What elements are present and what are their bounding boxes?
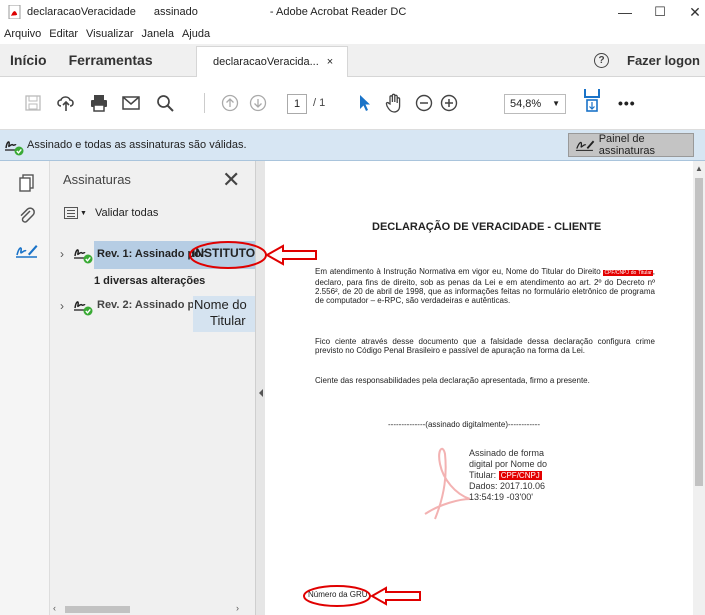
stamp-line-2: digital por Nome do [469, 459, 548, 469]
cloud-upload-icon[interactable] [56, 93, 76, 113]
tab-close-icon[interactable]: × [327, 56, 333, 68]
rev1-signer: INSTITUTO [192, 246, 256, 260]
chevron-right-icon[interactable]: › [60, 247, 64, 261]
tab-tools[interactable]: Ferramentas [69, 52, 153, 68]
toolbar-separator [204, 93, 205, 113]
digital-signature-stamp[interactable]: Assinado de forma digital por Nome do Ti… [469, 448, 547, 503]
menu-bar: Arquivo Editar Visualizar Janela Ajuda [0, 24, 705, 44]
window-app-name: - Adobe Acrobat Reader DC [269, 6, 407, 18]
tab-bar: Início Ferramentas declaracaoVeracida...… [0, 44, 705, 77]
acrobat-icon [8, 5, 21, 19]
zoom-value: 54,8% [510, 98, 542, 110]
zoom-select[interactable]: 54,8% ▼ [504, 94, 566, 114]
select-cursor-icon[interactable] [355, 93, 375, 113]
document-title: DECLARAÇÃO DE VERACIDADE - CLIENTE [372, 221, 602, 233]
rev1-changes: 1 diversas alterações [94, 275, 206, 287]
signature-status-bar: Assinado e todas as assinaturas são váli… [0, 130, 705, 161]
tab-document-label: declaracaoVeracida... [213, 56, 319, 68]
chevron-down-icon: ▼ [80, 209, 87, 217]
help-icon[interactable]: ? [594, 53, 609, 68]
stamp-line-5: 13:54:19 -03'00' [469, 492, 533, 502]
valid-signature-icon [5, 141, 24, 156]
chevron-right-icon[interactable]: › [60, 299, 64, 313]
page-up-icon[interactable] [220, 93, 240, 113]
window-file-name: declaracaoVeracidade [27, 6, 136, 18]
horizontal-scroll-thumb[interactable] [65, 606, 130, 613]
attachment-icon[interactable] [17, 206, 37, 226]
valid-signature-icon [74, 301, 93, 316]
paragraph-1-text-a: Em atendimento à Instrução Normativa em … [315, 267, 601, 276]
navigation-rail [0, 161, 50, 615]
minimize-button[interactable]: — [605, 0, 645, 24]
signatures-panel: Assinaturas ✕ ▼ Validar todas › Rev. 1: … [50, 161, 256, 615]
list-options-icon [64, 207, 78, 219]
panel-splitter[interactable] [255, 161, 265, 615]
title-bar: declaracaoVeracidade assinado - Adobe Ac… [0, 0, 705, 24]
window-file-suffix: assinado [153, 6, 198, 18]
document-viewer[interactable]: DECLARAÇÃO DE VERACIDADE - CLIENTE Em at… [265, 161, 693, 615]
pages-thumbnails-icon[interactable] [17, 173, 37, 193]
scroll-right-icon[interactable]: › [236, 603, 239, 613]
signature-status-message: Assinado e todas as assinaturas são váli… [27, 139, 247, 151]
logon-button[interactable]: Fazer logon [627, 53, 700, 68]
validate-all-button[interactable]: ▼ Validar todas [64, 207, 158, 219]
zoom-out-icon[interactable] [414, 93, 434, 113]
more-tools-button[interactable]: ••• [618, 95, 636, 111]
close-icon[interactable]: ✕ [222, 167, 240, 193]
collapse-panel-icon[interactable] [259, 389, 263, 397]
stamp-cpf-tag: CPF/CNPJ [498, 471, 542, 480]
page-down-icon[interactable] [248, 93, 268, 113]
page-total: / 1 [313, 97, 326, 109]
hand-tool-icon[interactable] [384, 93, 404, 113]
gru-number-label: Número da GRU [308, 590, 368, 599]
scroll-up-icon[interactable]: ▲ [695, 164, 703, 173]
vertical-scrollbar[interactable]: ▲ [693, 161, 705, 615]
rev2-signer-line2: Titular [210, 313, 246, 328]
acrobat-watermark-icon [424, 447, 471, 520]
document-paragraph-2: Fico ciente através desse documento que … [315, 337, 655, 355]
stamp-line-1: Assinado de forma [469, 448, 545, 458]
stamp-line-4: Dados: 2017.10.06 [469, 481, 546, 491]
search-icon[interactable] [155, 93, 175, 113]
fit-page-icon[interactable] [582, 89, 602, 112]
document-paragraph-3: Ciente das responsabilidades pela declar… [315, 376, 590, 385]
signature-rev2[interactable]: › Rev. 2: Assinado por Nome do Titular [60, 295, 255, 335]
email-icon[interactable] [121, 93, 141, 113]
signature-rev1[interactable]: › Rev. 1: Assinado por INSTITUTO [60, 241, 256, 269]
menu-ajuda[interactable]: Ajuda [182, 28, 210, 40]
tab-document[interactable]: declaracaoVeracida... × [196, 46, 348, 77]
page-number-input[interactable]: 1 [287, 94, 307, 114]
toolbar: 1 / 1 54,8% ▼ ••• [0, 77, 705, 130]
validate-all-label: Validar todas [94, 207, 159, 219]
tab-home[interactable]: Início [10, 52, 47, 68]
signature-panel-icon[interactable] [15, 241, 39, 261]
rev2-label: Rev. 2: Assinado por [97, 299, 206, 311]
scroll-left-icon[interactable]: ‹ [53, 603, 56, 613]
close-window-button[interactable]: ✕ [675, 0, 705, 24]
stamp-line-3: Titular: [469, 470, 497, 480]
valid-signature-icon [74, 249, 93, 264]
cpf-redacted-tag: CPF/CNPJ do Titular [603, 270, 653, 276]
rev1-label: Rev. 1: Assinado por [97, 248, 206, 260]
signature-panel-label: Painel de assinaturas [598, 133, 655, 157]
pen-signature-icon [575, 140, 595, 151]
signatures-panel-title: Assinaturas [63, 172, 131, 187]
print-icon[interactable] [89, 93, 109, 113]
signature-panel-button[interactable]: Painel de assinaturas [568, 133, 694, 157]
menu-visualizar[interactable]: Visualizar [86, 28, 134, 40]
signed-digitally-line: --------------(assinado digitalmente)---… [388, 420, 540, 429]
save-icon[interactable] [23, 93, 43, 113]
document-paragraph-1: Em atendimento à Instrução Normativa em … [315, 267, 655, 305]
rev2-signer-line1: Nome do [194, 297, 247, 312]
menu-editar[interactable]: Editar [49, 28, 78, 40]
menu-arquivo[interactable]: Arquivo [4, 28, 41, 40]
maximize-button[interactable]: ☐ [640, 0, 680, 24]
panel-horizontal-scrollbar[interactable]: ‹ › [50, 603, 255, 615]
chevron-down-icon: ▼ [552, 99, 560, 108]
menu-janela[interactable]: Janela [142, 28, 174, 40]
zoom-in-icon[interactable] [439, 93, 459, 113]
vertical-scroll-thumb[interactable] [695, 178, 703, 486]
